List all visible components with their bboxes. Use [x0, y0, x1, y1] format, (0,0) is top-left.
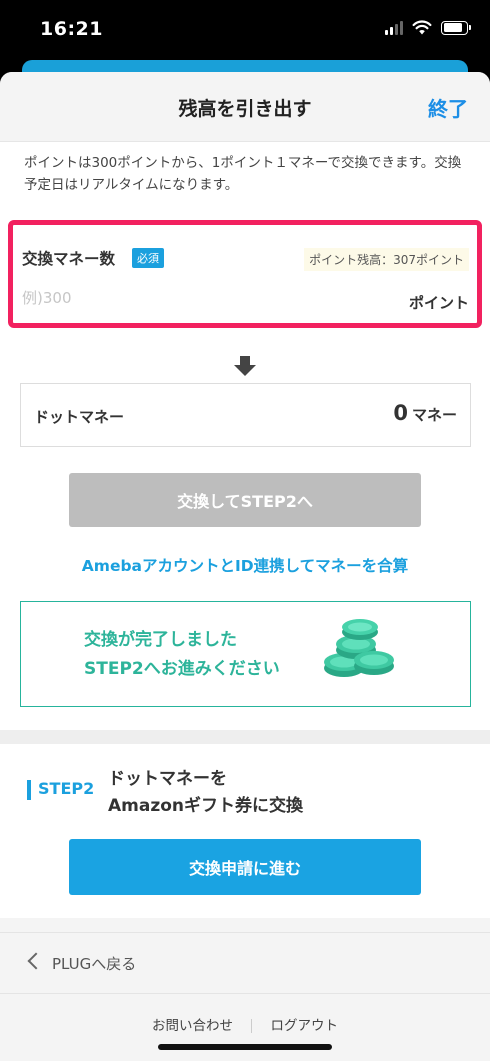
completion-banner: 交換が完了しました STEP2へお進みください: [20, 601, 471, 707]
step2-desc-line-2: Amazonギフト券に交換: [108, 796, 304, 816]
intro-text: ポイントは300ポイントから、1ポイント１マネーで交換できます。交換予定日はリア…: [24, 155, 462, 193]
completion-line-1: 交換が完了しました: [84, 630, 237, 650]
dot-money-amount: 0: [393, 401, 408, 425]
exchange-amount-field-group: 交換マネー数 必須 ポイント残高：307ポイント ポイント: [8, 220, 482, 328]
logout-link[interactable]: ログアウト: [271, 1018, 339, 1034]
section-divider: [0, 730, 490, 744]
exchange-amount-label: 交換マネー数: [22, 250, 116, 268]
step2-tag: STEP2: [38, 779, 95, 798]
status-time: 16:21: [40, 18, 103, 40]
point-balance: ポイント残高：307ポイント: [304, 248, 469, 271]
dot-money-label: ドットマネー: [34, 408, 125, 426]
cellular-signal-icon: [385, 20, 403, 35]
contact-link[interactable]: お問い合わせ: [152, 1018, 233, 1034]
step2-accent-bar: [27, 780, 31, 800]
page-title: 残高を引き出す: [178, 98, 312, 120]
wifi-icon: [412, 20, 432, 35]
step2-desc-line-1: ドットマネーを: [108, 769, 227, 789]
step2-description: ドットマネーを Amazonギフト券に交換: [108, 766, 303, 820]
link-ameba-account[interactable]: AmebaアカウントとID連携してマネーを合算: [0, 554, 490, 576]
chevron-left-icon: [27, 952, 45, 970]
completion-line-2: STEP2へお進みください: [84, 659, 280, 679]
status-icons: [385, 20, 471, 35]
footer-links: お問い合わせ ログアウト: [0, 1014, 490, 1034]
done-button[interactable]: 終了: [428, 93, 468, 122]
apply-exchange-button[interactable]: 交換申請に進む: [69, 839, 421, 895]
withdraw-sheet: 残高を引き出す 終了 ポイントは300ポイントから、1ポイント１マネーで交換でき…: [0, 72, 490, 1061]
footer-separator: [251, 1019, 253, 1033]
battery-icon: [441, 20, 471, 35]
dot-money-unit: マネー: [411, 406, 457, 424]
dot-money-display: ドットマネー 0 マネー: [20, 383, 471, 447]
exchange-to-step2-button[interactable]: 交換してSTEP2へ: [69, 473, 421, 527]
nav-bar: 残高を引き出す 終了: [0, 72, 490, 142]
back-link-label: PLUGへ戻る: [52, 955, 137, 973]
exchange-amount-input[interactable]: [22, 289, 352, 307]
coins-icon: [324, 619, 394, 677]
required-badge: 必須: [132, 248, 164, 268]
dot-money-value: 0 マネー: [393, 401, 457, 425]
back-to-plug-link[interactable]: PLUGへ戻る: [0, 932, 490, 994]
completion-message: 交換が完了しました STEP2へお進みください: [84, 626, 280, 684]
arrow-down-icon: [234, 356, 256, 376]
home-indicator: [158, 1044, 332, 1050]
amount-unit-label: ポイント: [408, 294, 469, 312]
status-bar: 16:21: [0, 0, 490, 62]
